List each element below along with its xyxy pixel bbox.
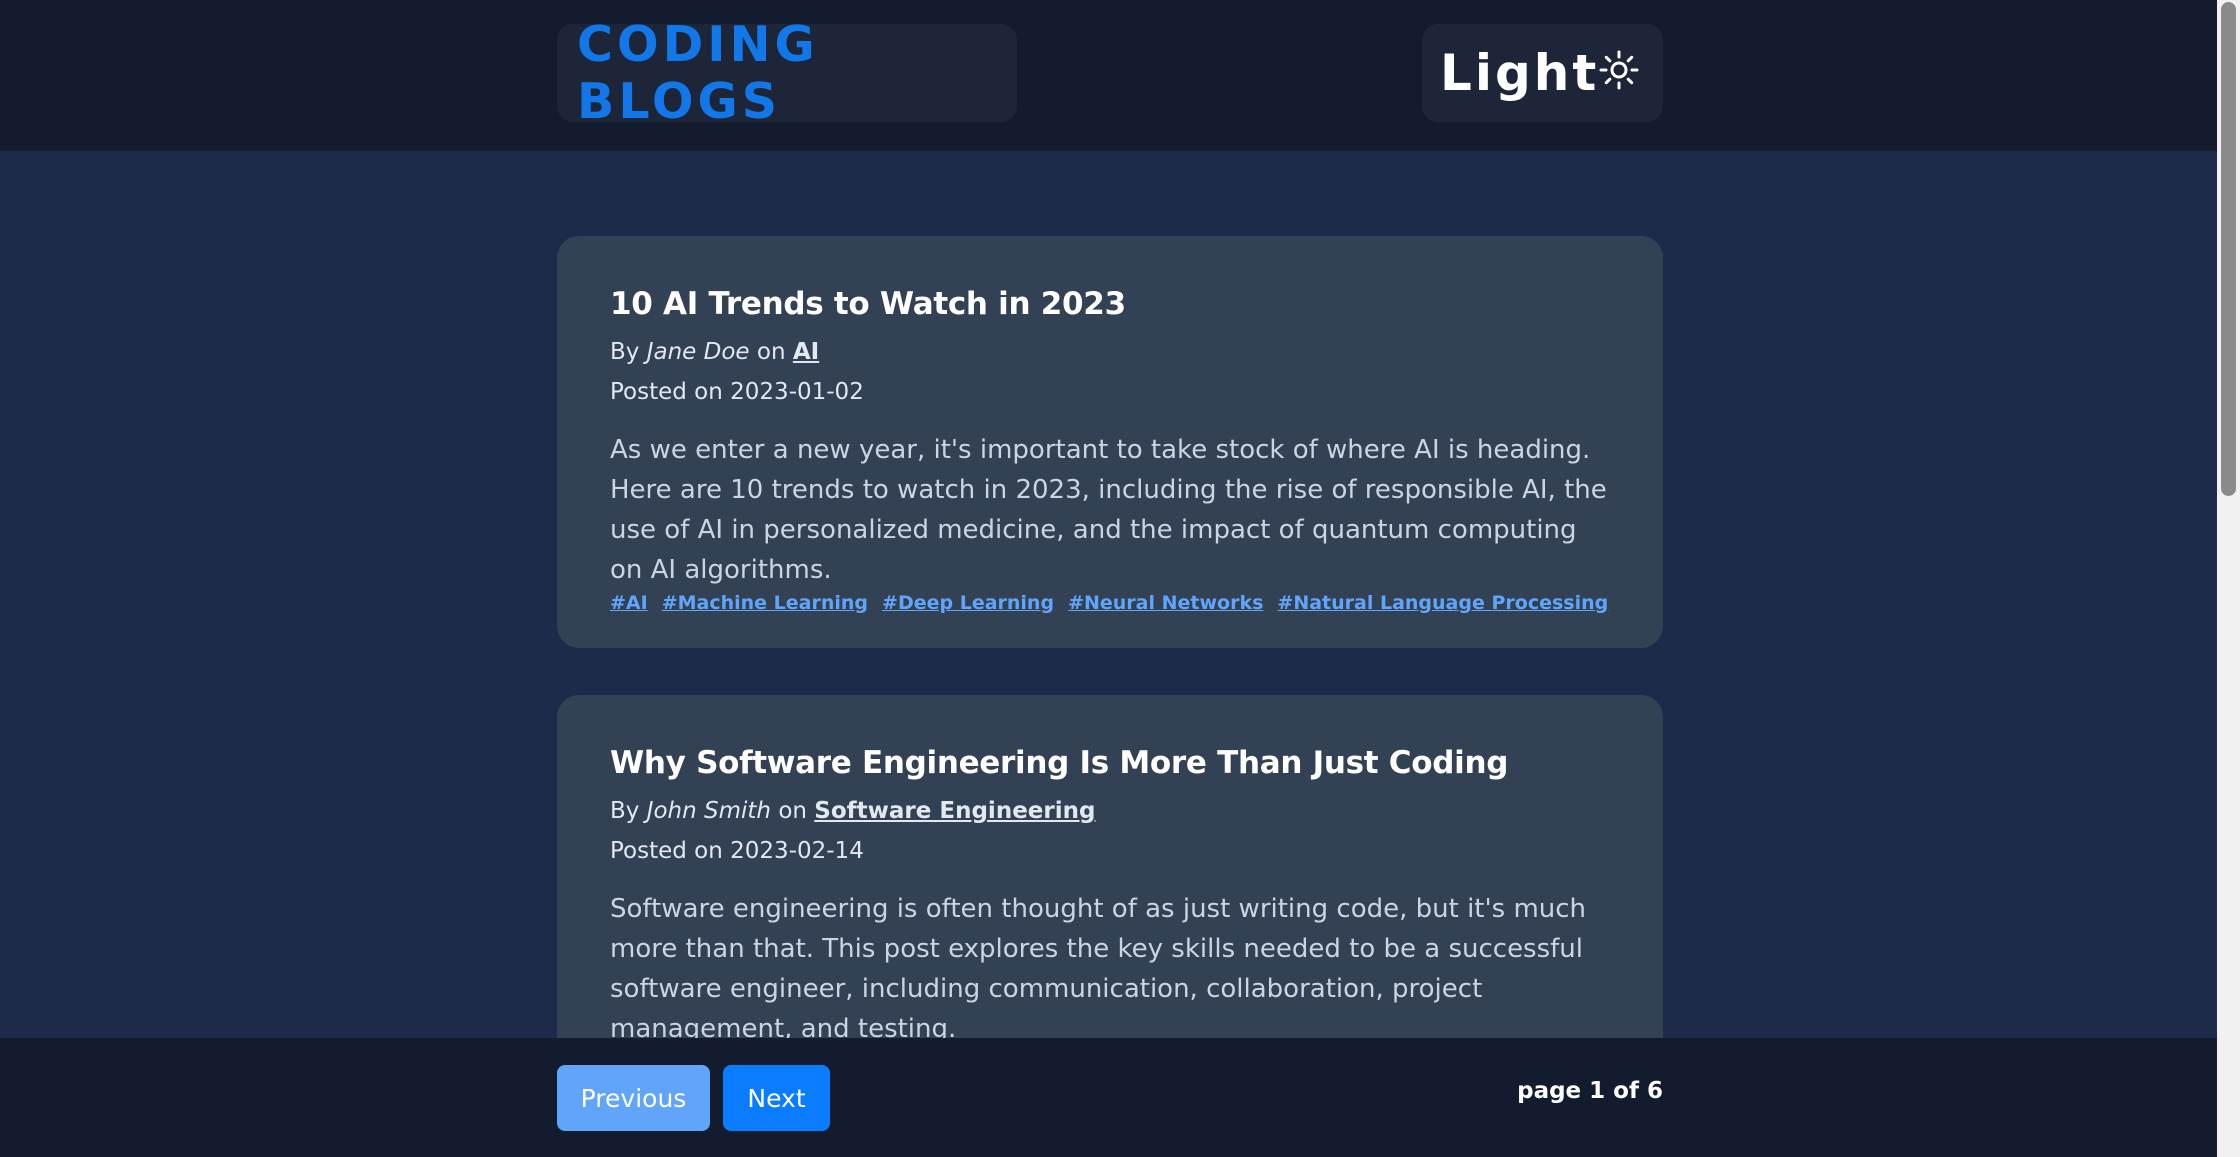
post-category-link[interactable]: AI xyxy=(793,339,819,365)
next-button[interactable]: Next xyxy=(723,1065,830,1131)
post-date: 2023-02-14 xyxy=(730,838,864,864)
on-label: on xyxy=(756,339,786,365)
post-title[interactable]: 10 AI Trends to Watch in 2023 xyxy=(610,286,1610,322)
previous-button[interactable]: Previous xyxy=(557,1065,710,1131)
site-header: CODING BLOGS Light xyxy=(0,0,2217,151)
post-date: 2023-01-02 xyxy=(730,379,864,405)
on-label: on xyxy=(778,798,807,824)
pagination-bar: Previous Next page 1 of 6 xyxy=(0,1038,2217,1157)
post-date-line: Posted on 2023-02-14 xyxy=(610,831,1610,871)
post-byline: By Jane Doe on AI xyxy=(610,332,1610,372)
scrollbar-thumb[interactable] xyxy=(2221,2,2236,496)
tag-link[interactable]: #Neural Networks xyxy=(1068,592,1263,614)
post-byline: By John Smith on Software Engineering xyxy=(610,791,1610,831)
post-date-line: Posted on 2023-01-02 xyxy=(610,372,1610,412)
post-excerpt: As we enter a new year, it's important t… xyxy=(610,435,1607,585)
post-title[interactable]: Why Software Engineering Is More Than Ju… xyxy=(610,745,1610,781)
tag-link[interactable]: #AI xyxy=(610,592,648,614)
post-list: 10 AI Trends to Watch in 2023 By Jane Do… xyxy=(0,151,2217,1038)
by-label: By xyxy=(610,339,640,365)
tag-link[interactable]: #Deep Learning xyxy=(882,592,1054,614)
posted-label: Posted on xyxy=(610,838,723,864)
by-label: By xyxy=(610,798,640,824)
theme-toggle-button[interactable]: Light xyxy=(1422,24,1663,122)
sun-icon xyxy=(1597,46,1641,90)
page-indicator: page 1 of 6 xyxy=(1517,1078,1663,1104)
post-tags: #AI #Machine Learning #Deep Learning #Ne… xyxy=(610,592,1610,614)
post-author: Jane Doe xyxy=(646,339,750,365)
post-card: Why Software Engineering Is More Than Ju… xyxy=(557,695,1663,1038)
tag-link[interactable]: #Natural Language Processing xyxy=(1277,592,1608,614)
post-excerpt: Software engineering is often thought of… xyxy=(610,894,1587,1038)
theme-toggle-label: Light xyxy=(1440,44,1600,102)
post-category-link[interactable]: Software Engineering xyxy=(814,798,1095,824)
posted-label: Posted on xyxy=(610,379,723,405)
post-author: John Smith xyxy=(646,798,772,824)
post-card: 10 AI Trends to Watch in 2023 By Jane Do… xyxy=(557,236,1663,648)
site-logo[interactable]: CODING BLOGS xyxy=(557,16,1017,130)
vertical-scrollbar[interactable] xyxy=(2217,0,2240,1157)
tag-link[interactable]: #Machine Learning xyxy=(662,592,868,614)
